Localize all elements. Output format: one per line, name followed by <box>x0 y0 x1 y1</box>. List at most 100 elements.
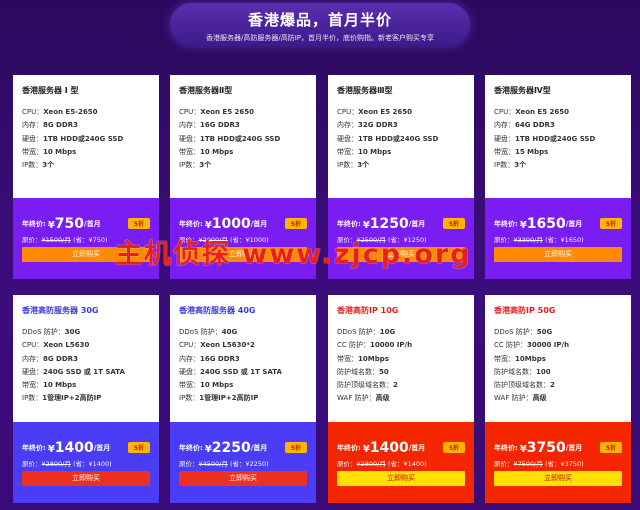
spec-cpu: CPU：Xeon L5630 <box>22 341 90 350</box>
card-title: 香港高防服务器 40G <box>179 306 256 315</box>
price-panel: 年终价: ¥ 1400 /首月 5折 原价：¥2800/月 (省：¥1400) … <box>13 422 159 503</box>
price-label: 年终价: <box>337 444 361 452</box>
card-title: 香港高防服务器 30G <box>22 306 99 315</box>
price-label: 年终价: <box>494 444 518 452</box>
price-panel: 年终价: ¥ 1400 /首月 5折 原价：¥2800/月 (省：¥1400) … <box>328 422 474 503</box>
product-card-hk-ddos-server-40g: 香港高防服务器 40G DDoS 防护：40G CPU：Xeon L5630*2… <box>170 295 316 503</box>
discount-badge: 5折 <box>442 442 465 453</box>
price-label: 年终价: <box>337 220 361 228</box>
spec-cc: CC 防护：10000 IP/h <box>337 341 413 350</box>
buy-now-button[interactable]: 立即购买 <box>337 471 465 486</box>
price-currency: ¥ <box>47 220 55 231</box>
buy-now-button[interactable]: 立即购买 <box>494 247 622 262</box>
price-unit: /首月 <box>408 444 426 452</box>
price-unit: /首月 <box>565 220 583 228</box>
price-unit: /首月 <box>84 220 101 228</box>
original-price: 原价：¥2800/月 (省：¥1400) <box>337 460 427 468</box>
spec-bandwidth: 带宽：10Mbps <box>494 354 546 363</box>
price-label: 年终价: <box>22 444 46 452</box>
price-currency: ¥ <box>47 444 55 455</box>
spec-top-domains: 防护顶级域名数：2 <box>337 381 398 390</box>
spec-ip: IP数：1管理IP+2高防IP <box>22 394 102 403</box>
buy-now-button[interactable]: 立即购买 <box>179 247 307 262</box>
buy-now-button[interactable]: 立即购买 <box>337 247 465 262</box>
product-card-hk-server-1: 香港服务器 I 型 CPU：Xeon E5-2650 内存：8G DDR3 硬盘… <box>13 75 159 279</box>
spec-bandwidth: 带宽：15 Mbps <box>494 147 549 156</box>
price-value: 1400 <box>54 440 94 456</box>
price-unit: /首月 <box>250 444 268 452</box>
spec-memory: 内存：32G DDR3 <box>337 121 398 130</box>
price-label: 年终价: <box>22 220 46 228</box>
original-price: 原价：¥2000/月 (省：¥1000) <box>179 236 269 244</box>
spec-disk: 硬盘：240G SSD 或 1T SATA <box>22 367 125 376</box>
spec-cpu: CPU：Xeon E5 2650 <box>494 108 569 116</box>
card-title: 香港服务器Ⅱ型 <box>179 86 233 95</box>
price-panel: 年终价: ¥ 1250 /首月 5折 原价：¥2500/月 (省：¥1250) … <box>328 198 474 279</box>
spec-bandwidth: 带宽：10 Mbps <box>179 381 234 390</box>
original-price: 原价：¥3300/月 (省：¥1650) <box>494 236 584 244</box>
discount-badge: 5折 <box>599 442 622 453</box>
spec-disk: 硬盘：1TB HDD或240G SSD <box>337 134 439 143</box>
product-card-hk-ddos-ip-50g: 香港高防IP 50G DDoS 防护：50G CC 防护：30000 IP/h … <box>485 295 631 503</box>
price-value: 1250 <box>369 216 409 232</box>
price-panel: 年终价: ¥ 2250 /首月 5折 原价：¥4500/月 (省：¥2250) … <box>170 422 316 503</box>
spec-domains: 防护域名数：50 <box>337 367 389 376</box>
product-card-hk-server-3: 香港服务器Ⅲ型 CPU：Xeon E5 2650 内存：32G DDR3 硬盘：… <box>328 75 474 279</box>
price-panel: 年终价: ¥ 1000 /首月 5折 原价：¥2000/月 (省：¥1000) … <box>170 198 316 279</box>
price-value: 1650 <box>526 216 566 232</box>
spec-ddos: DDoS 防护：10G <box>337 328 396 336</box>
spec-ddos: DDoS 防护：50G <box>494 328 553 336</box>
spec-bandwidth: 带宽：10 Mbps <box>22 147 77 156</box>
spec-bandwidth: 带宽：10 Mbps <box>22 381 77 390</box>
discount-badge: 5折 <box>127 442 150 453</box>
discount-badge: 5折 <box>599 218 622 229</box>
spec-memory: 内存：8G DDR3 <box>22 121 78 130</box>
price-panel: 年终价: ¥ 750 /首月 5折 原价：¥1500/月 (省：¥750) 立即… <box>13 198 159 279</box>
original-price: 原价：¥7500/月 (省：¥3750) <box>494 460 584 468</box>
promo-banner: 香港爆品，首月半价 香港服务器/高防服务器/高防IP，首月半价，底价购指。新老客… <box>170 3 470 46</box>
original-price: 原价：¥2800/月 (省：¥1400) <box>22 460 112 468</box>
buy-now-button[interactable]: 立即购买 <box>22 247 150 262</box>
product-card-hk-ddos-server-30g: 香港高防服务器 30G DDoS 防护：30G CPU：Xeon L5630 内… <box>13 295 159 503</box>
buy-now-button[interactable]: 立即购买 <box>22 471 150 486</box>
spec-disk: 硬盘：1TB HDD或240G SSD <box>494 134 596 143</box>
spec-cpu: CPU：Xeon E5-2650 <box>22 108 98 116</box>
spec-domains: 防护域名数：100 <box>494 367 551 376</box>
price-currency: ¥ <box>519 220 527 231</box>
price-panel: 年终价: ¥ 1650 /首月 5折 原价：¥3300/月 (省：¥1650) … <box>485 198 631 279</box>
spec-ip: IP数：3个 <box>22 161 55 170</box>
buy-now-button[interactable]: 立即购买 <box>494 471 622 486</box>
price-label: 年终价: <box>494 220 518 228</box>
spec-bandwidth: 带宽：10Mbps <box>337 354 389 363</box>
spec-disk: 硬盘：1TB HDD或240G SSD <box>179 134 281 143</box>
buy-now-button[interactable]: 立即购买 <box>179 471 307 486</box>
discount-badge: 5折 <box>127 218 150 229</box>
spec-waf: WAF 防护：高级 <box>337 394 390 403</box>
spec-ip: IP数：3个 <box>179 161 212 170</box>
spec-cc: CC 防护：30000 IP/h <box>494 341 570 350</box>
price-value: 750 <box>54 216 85 232</box>
card-title: 香港高防IP 10G <box>337 306 399 315</box>
product-card-hk-server-2: 香港服务器Ⅱ型 CPU：Xeon E5 2650 内存：16G DDR3 硬盘：… <box>170 75 316 279</box>
price-unit: /首月 <box>565 444 583 452</box>
spec-memory: 内存：8G DDR3 <box>22 354 78 363</box>
spec-ip: IP数：1管理IP+2高防IP <box>179 394 259 403</box>
spec-top-domains: 防护顶级域名数：2 <box>494 381 555 390</box>
price-unit: /首月 <box>250 220 268 228</box>
spec-waf: WAF 防护：高级 <box>494 394 547 403</box>
spec-disk: 硬盘：240G SSD 或 1T SATA <box>179 367 282 376</box>
spec-ip: IP数：3个 <box>337 161 370 170</box>
spec-bandwidth: 带宽：10 Mbps <box>337 147 392 156</box>
card-title: 香港服务器Ⅲ型 <box>337 86 393 95</box>
spec-ip: IP数：3个 <box>494 161 527 170</box>
spec-disk: 硬盘：1TB HDD或240G SSD <box>22 134 124 143</box>
price-panel: 年终价: ¥ 3750 /首月 5折 原价：¥7500/月 (省：¥3750) … <box>485 422 631 503</box>
spec-cpu: CPU：Xeon L5630*2 <box>179 341 255 350</box>
price-currency: ¥ <box>362 444 370 455</box>
price-currency: ¥ <box>362 220 370 231</box>
spec-memory: 内存：64G DDR3 <box>494 121 555 130</box>
card-title: 香港高防IP 50G <box>494 306 556 315</box>
card-title: 香港服务器Ⅳ型 <box>494 86 551 95</box>
spec-cpu: CPU：Xeon E5 2650 <box>337 108 412 116</box>
banner-subtitle: 香港服务器/高防服务器/高防IP，首月半价，底价购指。新老客户购买专享 <box>205 34 434 42</box>
